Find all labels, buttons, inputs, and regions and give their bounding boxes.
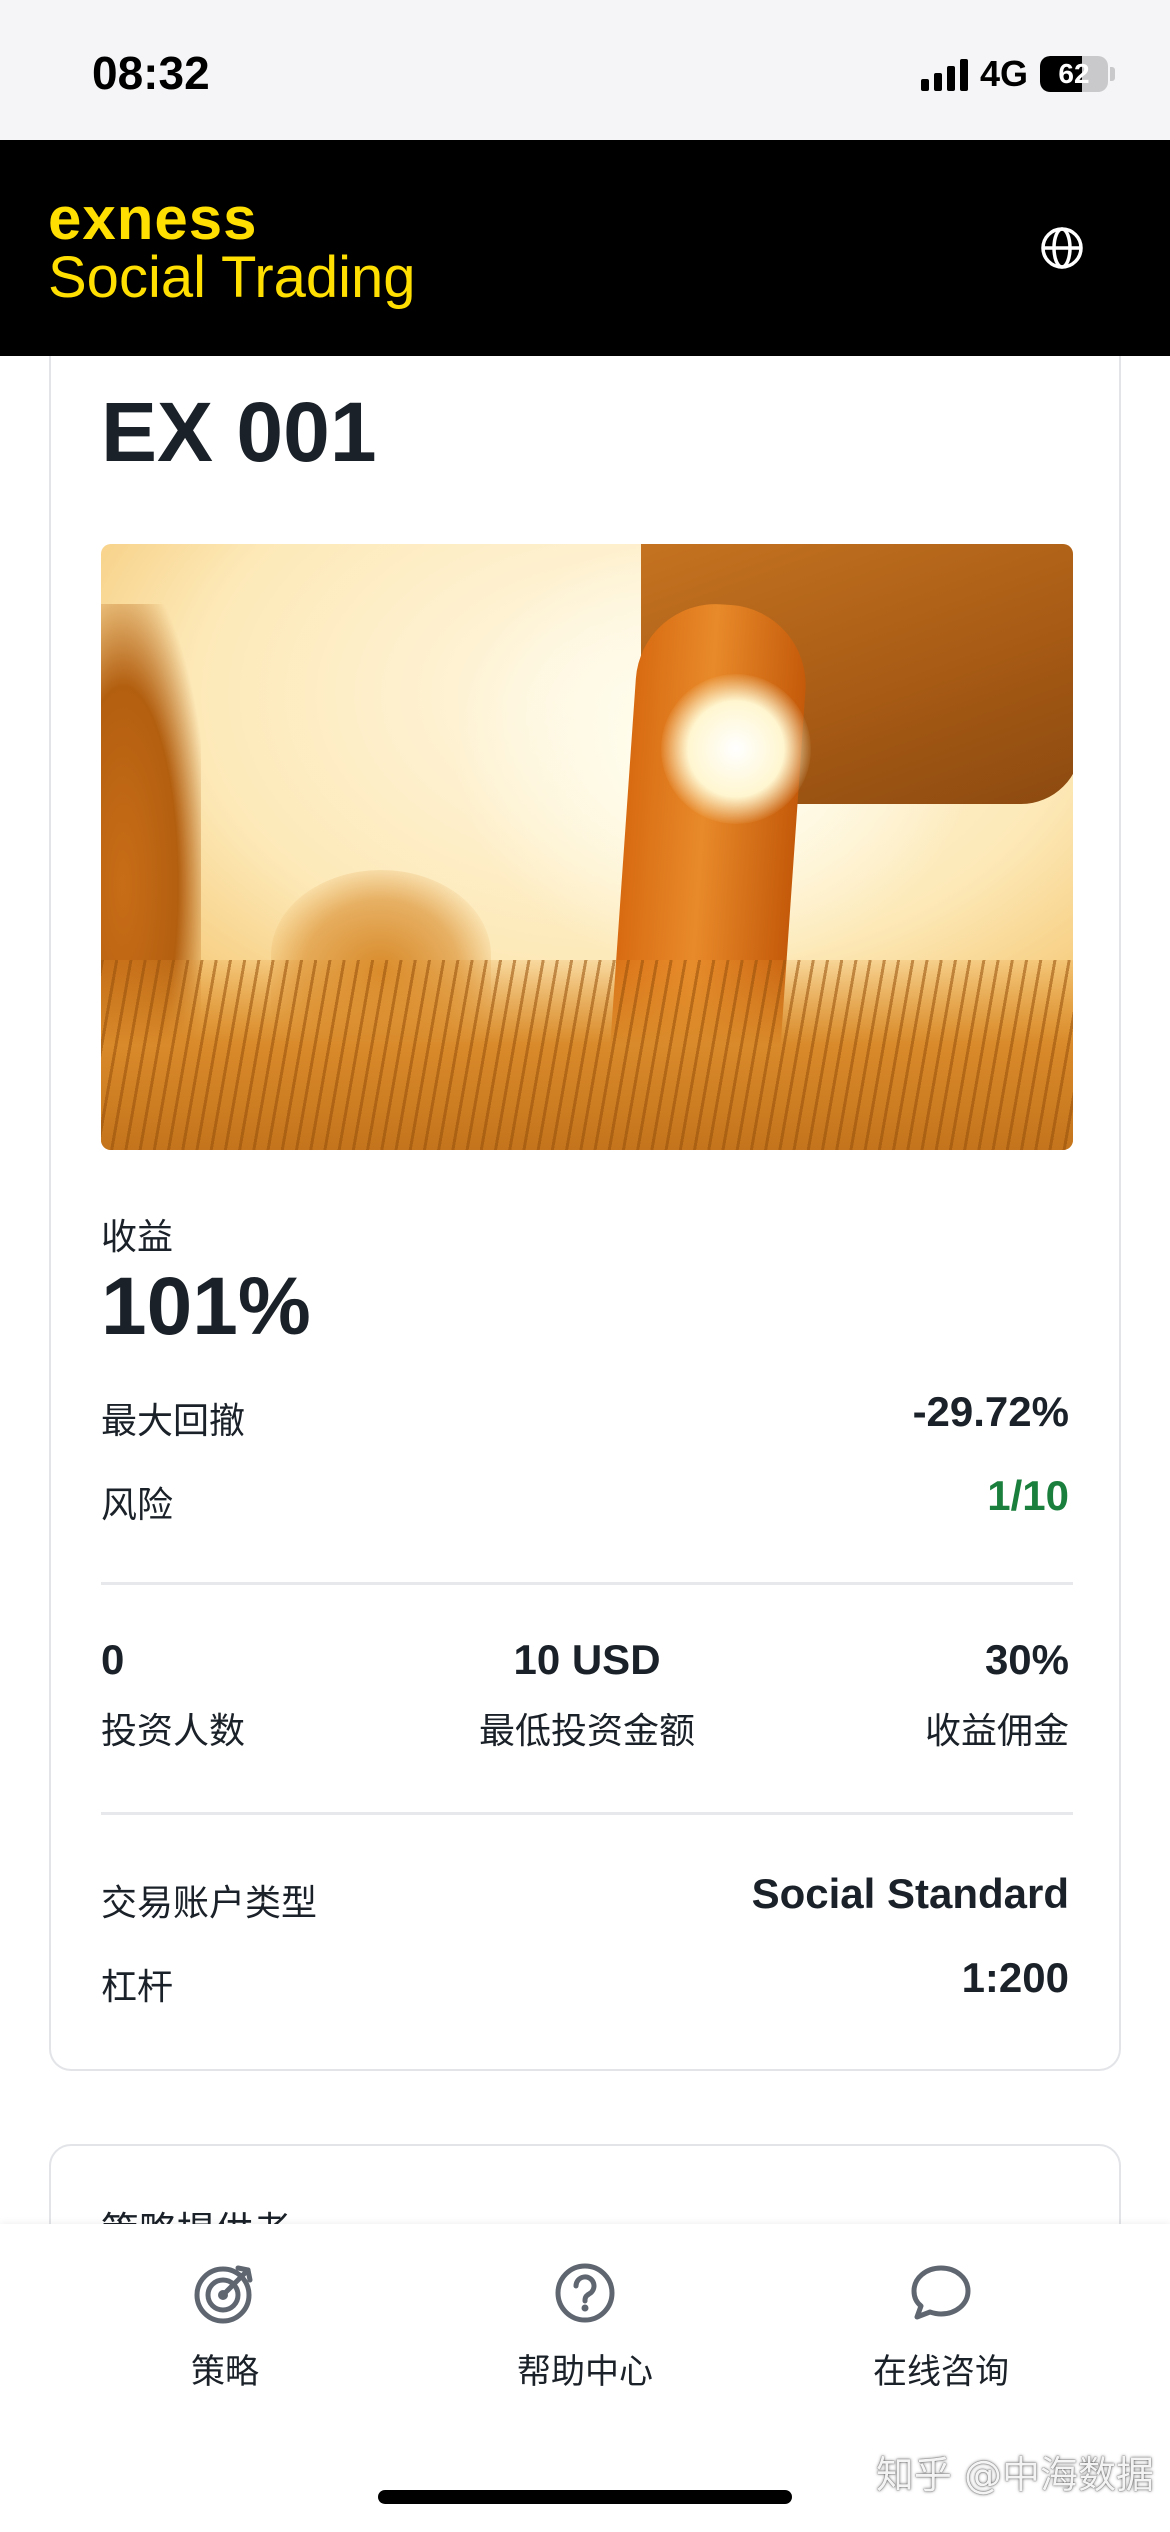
app-header: exness Social Trading [0, 140, 1170, 356]
leverage-value: 1:200 [961, 1954, 1069, 2001]
status-time: 08:32 [92, 47, 210, 99]
nav-item-strategy[interactable]: 策略 [95, 2260, 355, 2393]
commission-value: 30% [984, 1636, 1069, 1683]
nav-label-online-consult: 在线咨询 [873, 2352, 1009, 2392]
min-investment-label: 最低投资金额 [478, 1711, 695, 1752]
return-value: 101% [101, 1261, 311, 1352]
account-type-value: Social Standard [751, 1870, 1069, 1917]
stat-min-investment: 10 USD 最低投资金额 [437, 1636, 737, 1754]
nav-item-help-center[interactable]: 帮助中心 [455, 2260, 715, 2393]
nav-label-help-center: 帮助中心 [517, 2352, 653, 2392]
image-grass [101, 960, 1073, 1150]
home-indicator[interactable] [378, 2490, 792, 2504]
nav-item-online-consult[interactable]: 在线咨询 [811, 2260, 1071, 2393]
stat-investors: 0 投资人数 [101, 1636, 245, 1754]
status-indicators: 4G 62 [920, 52, 1115, 96]
logo-exness: exness [48, 185, 258, 252]
commission-label: 收益佣金 [924, 1711, 1069, 1752]
image-sun [661, 674, 811, 824]
divider [101, 1812, 1073, 1815]
risk-label: 风险 [101, 1485, 174, 1526]
return-label: 收益 [101, 1217, 174, 1258]
strategy-card: EX 001 收益 101% 最大回撤 -29.72% 风险 1/10 0 投资… [49, 356, 1121, 2071]
divider [101, 1582, 1073, 1585]
chat-bubble-icon [911, 2265, 971, 2320]
nav-label-strategy: 策略 [191, 2352, 259, 2392]
strategy-cover-image [101, 544, 1073, 1150]
battery-level: 62 [1058, 58, 1090, 89]
logo-social-trading: Social Trading [48, 245, 416, 310]
stat-commission: 30% 收益佣金 [925, 1636, 1069, 1754]
min-investment-value: 10 USD [513, 1636, 661, 1683]
account-type-label: 交易账户类型 [101, 1883, 318, 1924]
leverage-label: 杠杆 [101, 1967, 174, 2008]
max-drawdown-label: 最大回撤 [101, 1401, 246, 1442]
status-bar: 08:32 4G 62 [0, 0, 1170, 140]
globe-icon[interactable] [1038, 224, 1086, 272]
strategy-name: EX 001 [101, 385, 377, 479]
investors-label: 投资人数 [101, 1711, 246, 1752]
risk-value: 1/10 [987, 1472, 1069, 1519]
help-circle-icon [555, 2263, 615, 2323]
network-type: 4G [979, 53, 1028, 94]
max-drawdown-value: -29.72% [912, 1388, 1069, 1435]
battery-cap [1110, 67, 1115, 81]
investors-value: 0 [101, 1636, 125, 1683]
battery-icon: 62 [1040, 56, 1108, 92]
target-icon [194, 2265, 253, 2324]
signal-icon [920, 57, 968, 91]
watermark: 知乎 @中海数据 [875, 2453, 1154, 2497]
